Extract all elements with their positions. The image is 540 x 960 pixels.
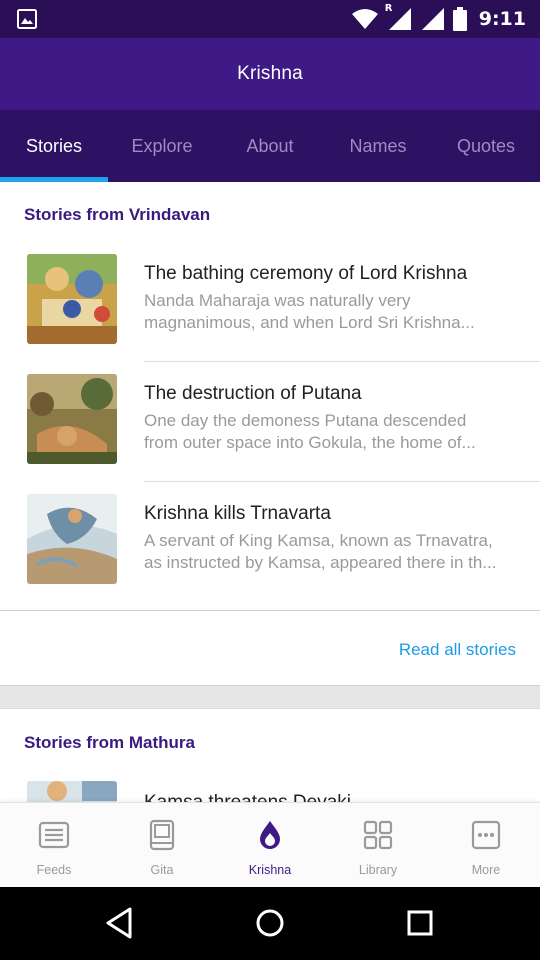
read-all-stories-link[interactable]: Read all stories [399,640,516,660]
page-title: Krishna [237,63,303,84]
stories-list[interactable]: Stories from Vrindavan The bathing cerem… [0,182,540,802]
list-item[interactable]: The destruction of Putana One day the de… [0,362,540,482]
nav-feeds[interactable]: Feeds [0,803,108,887]
tab-stories[interactable]: Stories [0,110,108,182]
nav-label: Library [358,863,398,877]
cell-signal-roaming-icon: R [385,3,413,31]
section-divider [0,610,540,611]
nav-krishna[interactable]: Krishna [216,803,324,887]
clock: 9:11 [478,8,526,30]
nav-library[interactable]: Library [324,803,432,887]
story-title: The destruction of Putana [144,383,362,404]
home-icon[interactable] [252,905,288,941]
book-icon [149,819,175,851]
story-description-line: magnanimous, and when Lord Sri Krishna..… [144,313,475,332]
nav-label: Krishna [248,863,292,877]
story-description-line: Nanda Maharaja was naturally very [144,291,411,310]
story-description: A servant of King Kamsa, known as Trnava… [144,530,520,574]
roaming-badge: R [384,3,393,14]
story-thumbnail [27,254,117,344]
nav-more[interactable]: More [432,803,540,887]
nav-gita[interactable]: Gita [108,803,216,887]
grid-icon [363,820,393,850]
story-title: Krishna kills Trnavarta [144,503,331,524]
cell-signal-icon [421,8,444,30]
flame-drop-icon [260,821,280,849]
more-dots-icon [471,820,501,850]
section-gap [0,685,540,709]
list-item[interactable]: Kamsa threatens Devaki [0,769,540,802]
system-navigation-bar [0,887,540,960]
story-thumbnail [27,494,117,584]
list-item[interactable]: The bathing ceremony of Lord Krishna Nan… [0,242,540,362]
tab-names[interactable]: Names [324,110,432,182]
back-icon[interactable] [102,905,138,941]
story-description-line: A servant of King Kamsa, known as Trnava… [144,531,493,550]
tab-explore[interactable]: Explore [108,110,216,182]
bottom-navigation: Feeds Gita Krishna Library More [0,802,540,887]
tab-about[interactable]: About [216,110,324,182]
story-title: Kamsa threatens Devaki [144,789,520,802]
nav-label: Feeds [36,863,72,877]
section-title: Stories from Mathura [24,733,195,752]
story-thumbnail [27,781,117,802]
nav-label: Gita [150,863,174,877]
status-indicators: R 9:11 [351,0,526,38]
story-title: The bathing ceremony of Lord Krishna [144,263,468,284]
story-description: One day the demoness Putana descended fr… [144,410,520,454]
story-thumbnail [27,374,117,464]
tab-bar: Stories Explore About Names Quotes [0,110,540,182]
wifi-icon [351,9,378,29]
feeds-icon [38,821,70,849]
section-title: Stories from Vrindavan [24,205,211,224]
story-description: Nanda Maharaja was naturally very magnan… [144,290,520,334]
status-bar: R 9:11 [0,0,540,38]
story-description-line: as instructed by Kamsa, appeared there i… [144,553,497,572]
story-description-line: One day the demoness Putana descended [144,411,467,430]
recents-icon[interactable] [402,905,438,941]
image-notification-icon [17,9,37,29]
app-bar: Krishna [0,38,540,110]
nav-label: More [471,863,501,877]
battery-icon [452,7,467,31]
tab-quotes[interactable]: Quotes [432,110,540,182]
story-description-line: from outer space into Gokula, the home o… [144,433,476,452]
list-item[interactable]: Krishna kills Trnavarta A servant of Kin… [0,482,540,602]
